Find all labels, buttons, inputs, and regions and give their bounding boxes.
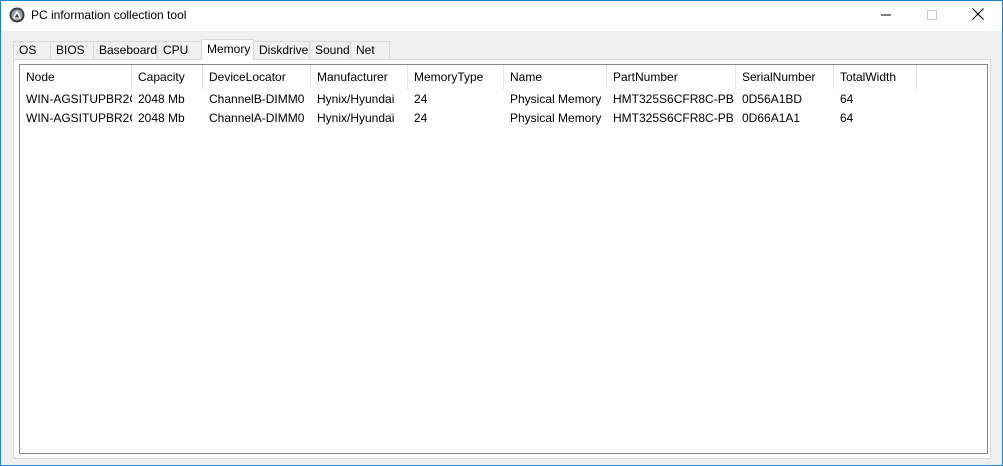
cell-name: Physical Memory (510, 111, 602, 125)
column-header-serialnumber[interactable]: SerialNumber (736, 65, 834, 89)
tab-diskdrive[interactable]: Diskdrive (253, 41, 310, 58)
cell-devicelocator: ChannelB-DIMM0 (209, 92, 305, 106)
app-logo-icon (9, 7, 25, 23)
tab-strip: OS BIOS Baseboard CPU Memory Diskdrive S… (13, 39, 991, 60)
cell-serialnumber: 0D66A1A1 (742, 111, 801, 125)
column-header-partnumber[interactable]: PartNumber (607, 65, 736, 89)
cell-name: Physical Memory (510, 92, 602, 106)
column-header-node[interactable]: Node (20, 65, 132, 89)
maximize-button[interactable] (909, 1, 955, 30)
maximize-icon (927, 9, 937, 23)
memory-tab-panel: Node Capacity DeviceLocator Manufacturer… (13, 59, 991, 459)
cell-memorytype: 24 (414, 111, 428, 125)
cell-partnumber: HMT325S6CFR8C-PB (613, 111, 734, 125)
column-header-totalwidth[interactable]: TotalWidth (834, 65, 917, 89)
title-bar[interactable]: PC information collection tool (1, 1, 1002, 31)
minimize-icon (881, 9, 891, 23)
cell-manufacturer: Hynix/Hyundai (317, 92, 395, 106)
cell-serialnumber: 0D56A1BD (742, 92, 803, 106)
column-header-devicelocator[interactable]: DeviceLocator (203, 65, 311, 89)
minimize-button[interactable] (863, 1, 909, 30)
cell-totalwidth: 64 (840, 92, 854, 106)
cell-capacity: 2048 Mb (138, 111, 185, 125)
cell-manufacturer: Hynix/Hyundai (317, 111, 395, 125)
column-header-name[interactable]: Name (504, 65, 607, 89)
tab-os[interactable]: OS (13, 41, 51, 58)
tab-baseboard[interactable]: Baseboard (93, 41, 158, 58)
cell-node: WIN-AGSITUPBR2G (26, 92, 132, 106)
cell-memorytype: 24 (414, 92, 428, 106)
cell-capacity: 2048 Mb (138, 92, 185, 106)
column-header-memorytype[interactable]: MemoryType (408, 65, 504, 89)
close-button[interactable] (955, 1, 1001, 30)
column-header-manufacturer[interactable]: Manufacturer (311, 65, 408, 89)
window-title: PC information collection tool (31, 8, 187, 22)
tab-memory[interactable]: Memory (201, 39, 254, 60)
memory-list-view[interactable]: Node Capacity DeviceLocator Manufacturer… (19, 64, 988, 454)
app-window: PC information collection tool OS BIOS B… (0, 0, 1003, 466)
cell-node: WIN-AGSITUPBR2G (26, 111, 132, 125)
cell-devicelocator: ChannelA-DIMM0 (209, 111, 305, 125)
close-icon (972, 8, 984, 23)
tab-net[interactable]: Net (350, 41, 390, 58)
tab-sound[interactable]: Sound (309, 41, 351, 58)
column-header-capacity[interactable]: Capacity (132, 65, 203, 89)
tab-cpu[interactable]: CPU (157, 41, 202, 58)
cell-partnumber: HMT325S6CFR8C-PB (613, 92, 734, 106)
tab-bios[interactable]: BIOS (50, 41, 94, 58)
cell-totalwidth: 64 (840, 111, 854, 125)
